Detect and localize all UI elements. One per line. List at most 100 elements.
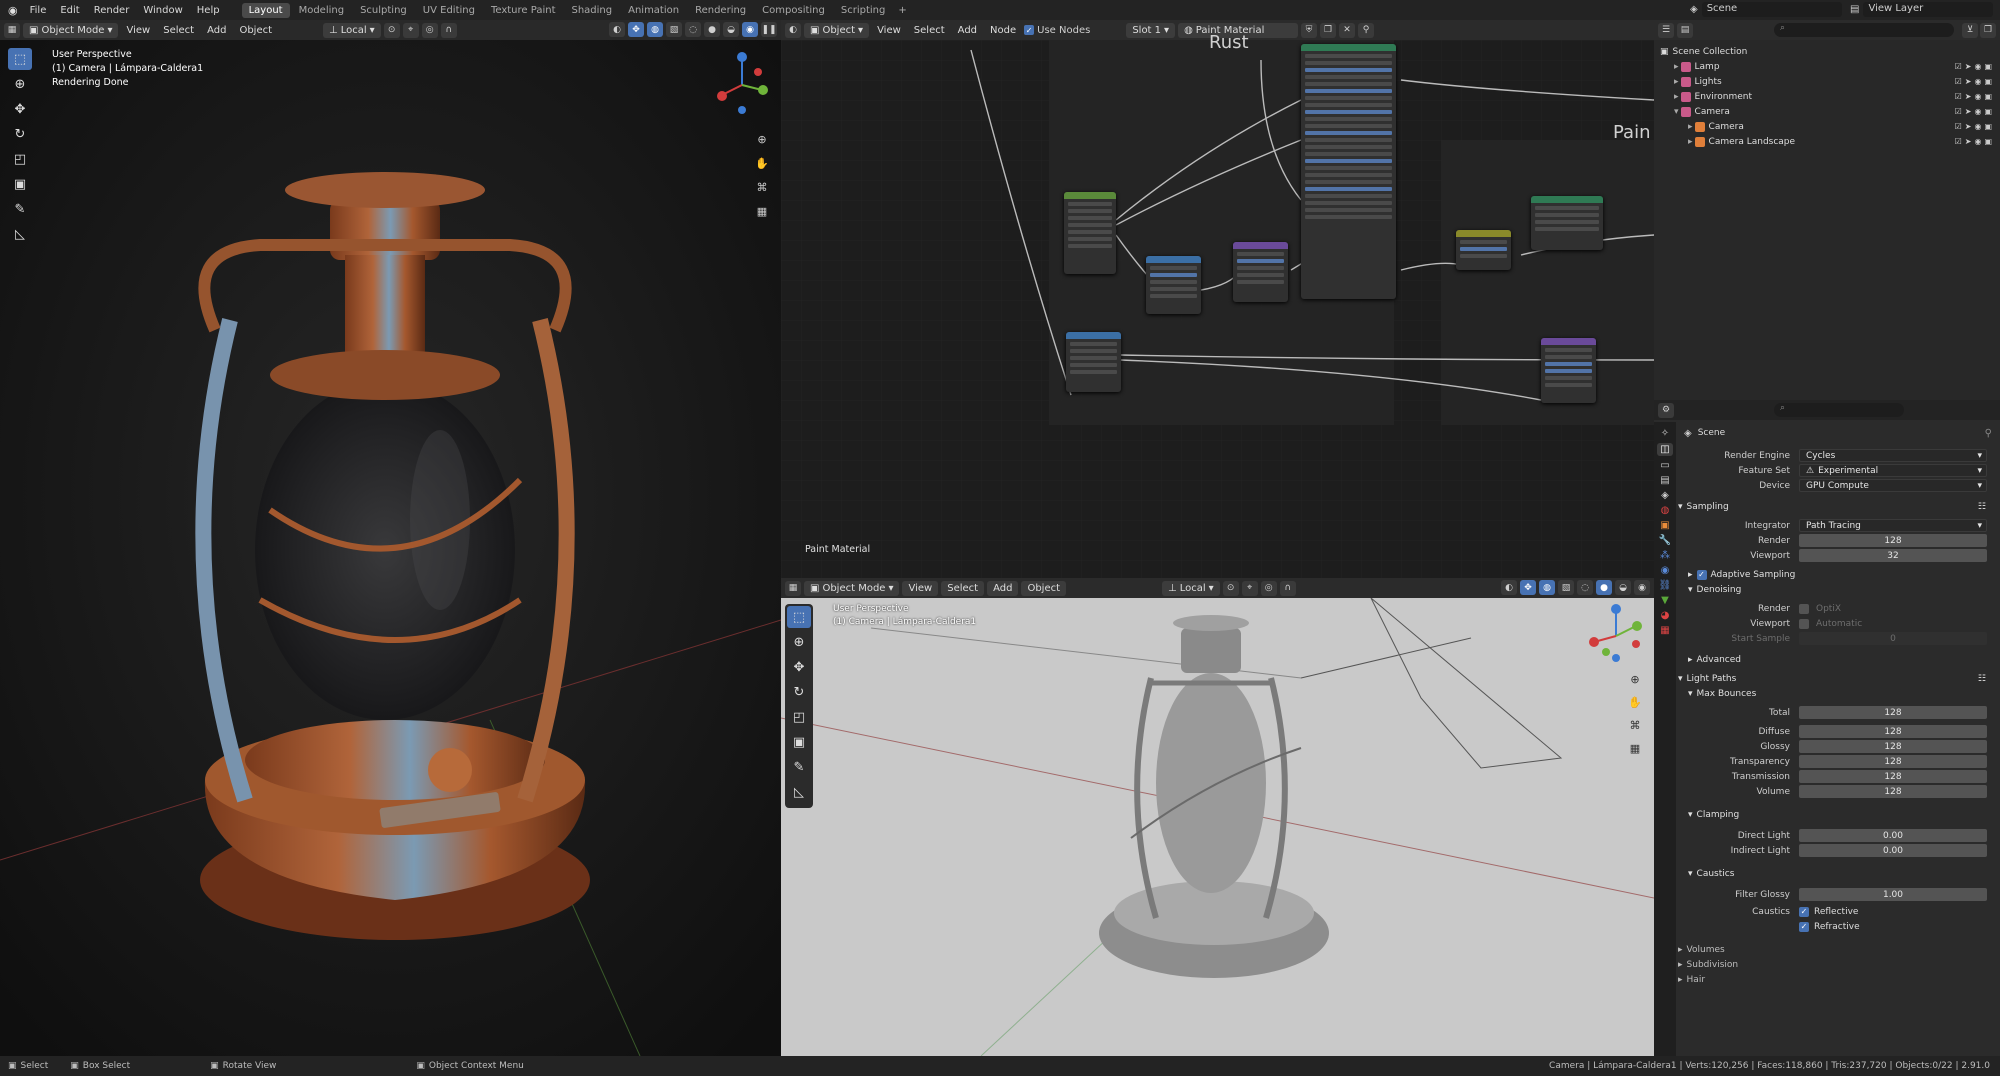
mix-node[interactable] — [1456, 230, 1511, 270]
paint-bsdf-node[interactable] — [1531, 196, 1603, 250]
transform-icon[interactable]: ▣ — [787, 731, 811, 753]
render-tab-icon[interactable]: ◫ — [1657, 443, 1673, 456]
material-tab-icon[interactable]: ◕ — [1661, 610, 1670, 621]
scene-tab-icon[interactable]: ◈ — [1661, 490, 1669, 501]
bounces-total-field[interactable]: 128 — [1799, 706, 1987, 719]
outliner-item[interactable]: ▸ Camera Landscape ☑ ➤ ◉ ▣ — [1654, 134, 2000, 149]
particles-tab-icon[interactable]: ⁂ — [1660, 550, 1670, 561]
viewport-bottom[interactable]: ▦ ▣ Object Mode ▾ View Select Add Object ⊥… — [781, 578, 1654, 1056]
rendered-shading-icon[interactable]: ◉ — [742, 22, 758, 37]
menu-window[interactable]: Window — [137, 3, 188, 18]
editor-type-icon[interactable]: ▦ — [4, 22, 20, 38]
outliner-item[interactable]: ▸ Camera ☑ ➤ ◉ ▣ — [1654, 119, 2000, 134]
menu-render[interactable]: Render — [88, 3, 136, 18]
filter-glossy-field[interactable]: 1.00 — [1799, 888, 1987, 901]
blender-logo-icon[interactable]: ◉ — [4, 4, 22, 17]
snap-icon[interactable]: ⌖ — [1241, 580, 1258, 596]
editor-type-icon[interactable]: ◐ — [785, 22, 801, 38]
move-icon[interactable]: ✥ — [787, 656, 811, 678]
menu-file[interactable]: File — [24, 3, 53, 18]
camera-view-icon[interactable]: ⌘ — [1626, 716, 1644, 734]
display-mode-icon[interactable]: ▤ — [1677, 22, 1693, 38]
search-field[interactable]: ⌕ — [1774, 23, 1954, 37]
clamp-direct-field[interactable]: 0.00 — [1799, 829, 1987, 842]
texture-coordinate-node[interactable] — [1066, 332, 1121, 392]
object-mode-dropdown[interactable]: ▣ Object Mode ▾ — [23, 22, 119, 38]
camera-render-icon[interactable]: ▣ — [1984, 107, 1992, 116]
bounces-volume-field[interactable]: 128 — [1799, 785, 1987, 798]
adaptive-sampling-checkbox[interactable]: ✓ — [1696, 569, 1707, 580]
scene-name[interactable]: Scene — [1701, 2, 1842, 17]
shader-type-dropdown[interactable]: ▣ Object ▾ — [804, 22, 870, 38]
material-shading-icon[interactable]: ◒ — [1615, 580, 1631, 595]
caustics-header[interactable]: ▾ Caustics — [1676, 866, 2000, 881]
outliner-root[interactable]: ▣ Scene Collection — [1654, 44, 2000, 59]
eye-icon[interactable]: ◉ — [1974, 107, 1981, 116]
measure-icon[interactable]: ◺ — [8, 223, 32, 245]
menu-object[interactable]: Object — [1021, 580, 1067, 596]
tab-scripting[interactable]: Scripting — [834, 3, 892, 18]
xray-icon[interactable]: ▧ — [1558, 580, 1574, 595]
pan-hand-icon[interactable]: ✋ — [753, 154, 771, 172]
grid-view-icon[interactable]: ▦ — [1626, 739, 1644, 757]
viewport-left[interactable]: ▦ ▣ Object Mode ▾ View Select Add Object ⊥… — [0, 20, 781, 1056]
orientation-dropdown[interactable]: ⊥ Local ▾ — [1162, 580, 1220, 596]
unlink-material-icon[interactable]: ✕ — [1339, 22, 1356, 38]
editor-type-icon[interactable]: ▦ — [785, 580, 801, 596]
camera-render-icon[interactable]: ▣ — [1984, 77, 1992, 86]
falloff-icon[interactable]: ∩ — [440, 22, 457, 38]
menu-view[interactable]: View — [902, 580, 939, 596]
viewport-samples-field[interactable]: 32 — [1799, 549, 1987, 562]
overlay-toggle-icon[interactable]: ◍ — [647, 22, 663, 37]
start-sample-field[interactable]: 0 — [1799, 632, 1987, 645]
outliner-item[interactable]: ▾ Camera ☑ ➤ ◉ ▣ — [1654, 104, 2000, 119]
pin-icon[interactable]: ⚲ — [1985, 428, 1992, 439]
slot-dropdown[interactable]: Slot 1 ▾ — [1126, 22, 1176, 38]
bounces-diffuse-field[interactable]: 128 — [1799, 725, 1987, 738]
menu-help[interactable]: Help — [191, 3, 226, 18]
pivot-icon[interactable]: ⊙ — [383, 22, 400, 38]
select-arrow-icon[interactable]: ➤ — [1965, 122, 1972, 131]
menu-add[interactable]: Add — [953, 25, 982, 36]
scale-icon[interactable]: ◰ — [8, 148, 32, 170]
object-tab-icon[interactable]: ▣ — [1660, 520, 1669, 531]
pause-render-icon[interactable]: ❚❚ — [761, 22, 777, 37]
bounces-glossy-field[interactable]: 128 — [1799, 740, 1987, 753]
bump-node[interactable] — [1233, 242, 1288, 302]
subdivision-panel-header[interactable]: ▸ Subdivision — [1676, 957, 2000, 972]
new-collection-icon[interactable]: ❐ — [1980, 22, 1996, 38]
menu-add[interactable]: Add — [987, 580, 1019, 596]
sampling-panel-header[interactable]: ▾ Sampling ☷ — [1676, 499, 2000, 514]
bounces-transmission-field[interactable]: 128 — [1799, 770, 1987, 783]
select-arrow-icon[interactable]: ➤ — [1965, 92, 1972, 101]
editor-type-icon[interactable]: ☰ — [1658, 22, 1674, 38]
solid-shading-icon[interactable]: ● — [704, 22, 720, 37]
advanced-header[interactable]: ▸ Advanced — [1676, 652, 2000, 667]
camera-render-icon[interactable]: ▣ — [1984, 62, 1992, 71]
outliner-item[interactable]: ▸ Lamp ☑ ➤ ◉ ▣ — [1654, 59, 2000, 74]
cursor-icon[interactable]: ⊕ — [787, 631, 811, 653]
pivot-icon[interactable]: ⊙ — [1222, 580, 1239, 596]
properties-search[interactable]: ⌕ — [1774, 403, 1904, 417]
camera-render-icon[interactable]: ▣ — [1984, 137, 1992, 146]
camera-view-icon[interactable]: ⌘ — [753, 178, 771, 196]
editor-type-icon[interactable]: ⚙ — [1658, 402, 1674, 418]
bounces-transparency-field[interactable]: 128 — [1799, 755, 1987, 768]
tab-uv-editing[interactable]: UV Editing — [416, 3, 482, 18]
gizmo-toggle-icon[interactable]: ✥ — [628, 22, 644, 37]
tab-layout[interactable]: Layout — [241, 2, 290, 18]
transform-icon[interactable]: ▣ — [8, 173, 32, 195]
select-arrow-icon[interactable]: ➤ — [1965, 107, 1972, 116]
menu-edit[interactable]: Edit — [54, 3, 85, 18]
checkbox-icon[interactable]: ☑ — [1955, 107, 1962, 116]
paint-bump-node[interactable] — [1541, 338, 1596, 403]
rendered-shading-icon[interactable]: ◉ — [1634, 580, 1650, 595]
noise-texture-node[interactable] — [1064, 192, 1116, 274]
menu-select[interactable]: Select — [941, 580, 985, 596]
camera-render-icon[interactable]: ▣ — [1984, 122, 1992, 131]
render-samples-field[interactable]: 128 — [1799, 534, 1987, 547]
menu-object[interactable]: Object — [234, 25, 277, 36]
fake-user-icon[interactable]: ⛨ — [1301, 22, 1318, 38]
chevron-right-icon[interactable]: ▸ — [1674, 77, 1679, 87]
tab-modeling[interactable]: Modeling — [292, 3, 352, 18]
